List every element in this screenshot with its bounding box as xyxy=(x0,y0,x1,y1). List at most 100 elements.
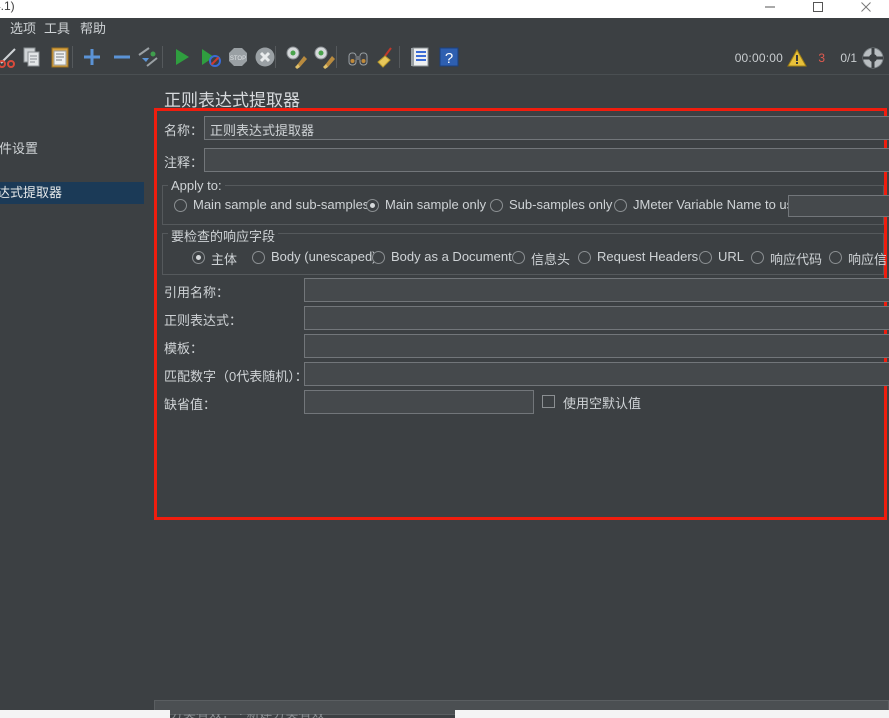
clear-icon[interactable] xyxy=(284,45,308,69)
radio-url-label: URL xyxy=(718,249,745,264)
comment-label: 注释： xyxy=(164,155,204,170)
name-input-value: 正则表达式提取器 xyxy=(210,123,315,138)
response-field-legend: 要检查的响应字段 xyxy=(168,226,279,245)
toolbar-separator xyxy=(72,46,73,68)
start-icon[interactable] xyxy=(170,45,194,69)
background-window-label: 分类有效： · 新建分类有效 xyxy=(170,714,325,718)
default-value-label: 缺省值： xyxy=(164,397,217,412)
toolbar-separator xyxy=(162,46,163,68)
regex-extractor-panel: 正则表达式提取器 名称： 正则表达式提取器 注释： Apply to: Main… xyxy=(154,75,889,715)
window-title: (4.1) xyxy=(0,0,15,13)
match-number-input[interactable] xyxy=(304,362,889,386)
menu-tools[interactable]: 工具 xyxy=(40,20,74,38)
menu-options[interactable]: 选项 xyxy=(6,20,40,38)
radio-body-unescaped[interactable] xyxy=(252,251,265,264)
comment-input[interactable] xyxy=(204,148,889,172)
desktop-background-left xyxy=(0,710,170,718)
menu-bar: 选项 工具 帮助 xyxy=(0,18,889,40)
toolbar-separator xyxy=(399,46,400,68)
regular-expression-input[interactable] xyxy=(304,306,889,330)
tree-item-regex-extractor[interactable]: 表达式提取器 xyxy=(0,182,144,204)
clear-all-icon[interactable] xyxy=(312,45,336,69)
default-value-text xyxy=(305,391,533,397)
match-number-label: 匹配数字（0代表随机）： xyxy=(164,369,308,384)
os-title-bar: (4.1) xyxy=(0,0,889,18)
paste-icon[interactable] xyxy=(48,45,72,69)
shutdown-icon[interactable] xyxy=(253,45,277,69)
remote-globe-icon[interactable] xyxy=(861,46,885,70)
test-plan-tree[interactable]: 文件设置 器 表达式提取器 xyxy=(0,75,145,715)
minus-icon[interactable] xyxy=(110,45,134,69)
radio-main-sample-and-sub-samples-label: Main sample and sub-samples xyxy=(193,197,370,212)
template-label: 模板： xyxy=(164,341,204,356)
svg-text:STOP: STOP xyxy=(230,56,246,62)
radio-sub-samples-only[interactable] xyxy=(490,199,503,212)
toggle-icon[interactable] xyxy=(136,45,160,69)
radio-sub-samples-only-label: Sub-samples only xyxy=(509,197,613,212)
error-count: 3 xyxy=(818,51,825,65)
radio-request-headers-label: Request Headers xyxy=(597,249,699,264)
copy-icon[interactable] xyxy=(20,45,44,69)
radio-body[interactable] xyxy=(192,251,205,264)
template-input[interactable] xyxy=(304,334,889,358)
match-number-value xyxy=(305,363,889,369)
stop-icon[interactable]: STOP xyxy=(226,45,250,69)
name-label: 名称： xyxy=(164,123,204,138)
background-window-text: 分类有效： · 新建分类有效 xyxy=(170,714,450,718)
binoculars-icon[interactable] xyxy=(346,45,370,69)
radio-request-headers[interactable] xyxy=(578,251,591,264)
radio-body-as-document[interactable] xyxy=(372,251,385,264)
template-value xyxy=(305,335,889,341)
scissors-icon[interactable] xyxy=(0,45,20,69)
regular-expression-label: 正则表达式： xyxy=(164,313,243,328)
active-threads-count: 0/1 xyxy=(840,51,857,65)
window-close-button[interactable] xyxy=(843,0,889,18)
tree-item-label: 文件设置 xyxy=(0,141,39,156)
elapsed-time: 00:00:00 xyxy=(734,51,783,65)
regular-expression-value xyxy=(305,307,889,313)
reference-name-label: 引用名称： xyxy=(164,285,230,300)
radio-main-sample-only[interactable] xyxy=(366,199,379,212)
desktop-background-right xyxy=(455,710,889,718)
window-maximize-button[interactable] xyxy=(795,0,841,18)
radio-jmeter-variable-name-label: JMeter Variable Name to use xyxy=(633,197,801,212)
toolbar-separator xyxy=(336,46,337,68)
jmeter-variable-name-value xyxy=(789,196,889,202)
reference-name-input[interactable] xyxy=(304,278,889,302)
tree-item-label: 表达式提取器 xyxy=(0,185,63,200)
radio-body-as-document-label: Body as a Document xyxy=(391,249,512,264)
window-minimize-button[interactable] xyxy=(747,0,793,18)
name-input[interactable]: 正则表达式提取器 xyxy=(204,116,889,140)
use-empty-default-value-label: 使用空默认值 xyxy=(563,396,642,411)
start-no-pause-icon[interactable] xyxy=(198,45,222,69)
radio-headers[interactable] xyxy=(512,251,525,264)
function-helper-icon[interactable] xyxy=(408,45,432,69)
radio-jmeter-variable-name[interactable] xyxy=(614,199,627,212)
radio-headers-label: 信息头 xyxy=(531,252,571,267)
radio-response-code[interactable] xyxy=(751,251,764,264)
comment-input-value xyxy=(205,149,889,155)
default-value-input[interactable] xyxy=(304,390,534,414)
reference-name-value xyxy=(305,279,889,285)
toolbar: STOP ? 00:00:00 3 0/1 xyxy=(0,41,889,75)
radio-main-sample-only-label: Main sample only xyxy=(385,197,487,212)
warning-icon[interactable] xyxy=(787,48,807,68)
help-icon[interactable]: ? xyxy=(437,45,461,69)
radio-body-unescaped-label: Body (unescaped) xyxy=(271,249,377,264)
apply-to-legend: Apply to: xyxy=(168,178,225,193)
jmeter-variable-name-input[interactable] xyxy=(788,195,889,217)
broom-icon[interactable] xyxy=(374,45,398,69)
menu-help[interactable]: 帮助 xyxy=(76,20,110,38)
svg-text:?: ? xyxy=(445,50,453,67)
radio-url[interactable] xyxy=(699,251,712,264)
radio-response-code-label: 响应代码 xyxy=(770,252,823,267)
radio-main-sample-and-sub-samples[interactable] xyxy=(174,199,187,212)
tree-item-file-settings[interactable]: 文件设置 xyxy=(0,138,144,160)
tree-item-extractor-parent[interactable]: 器 xyxy=(0,160,144,182)
radio-response-message-label: 响应信息 xyxy=(848,252,886,267)
use-empty-default-value-checkbox[interactable] xyxy=(542,395,555,408)
plus-icon[interactable] xyxy=(80,45,104,69)
radio-response-message[interactable] xyxy=(829,251,842,264)
tree-panel-splitter[interactable] xyxy=(144,75,294,715)
radio-body-label: 主体 xyxy=(211,252,238,267)
